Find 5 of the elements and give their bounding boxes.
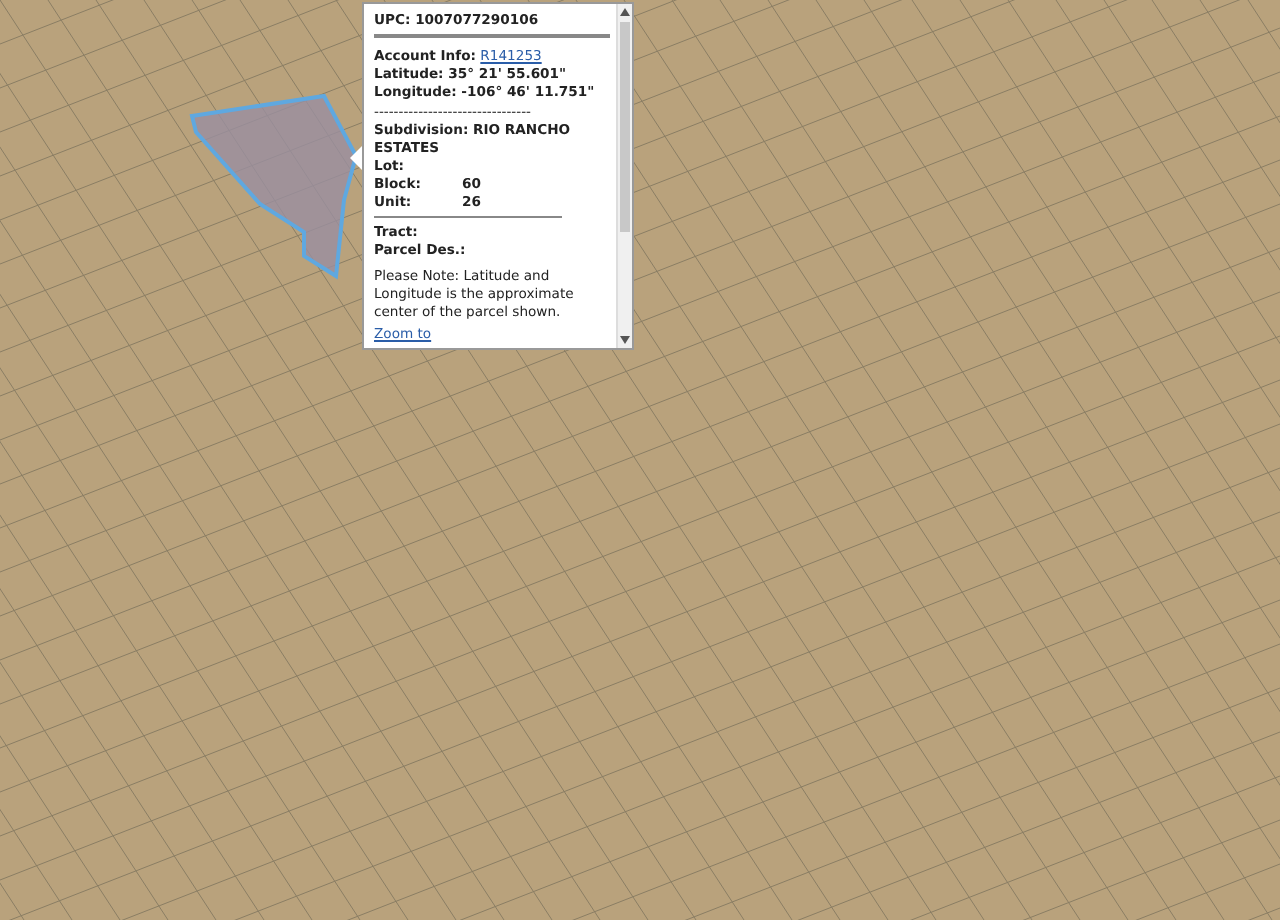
scroll-down-icon[interactable] [620, 336, 630, 344]
parcel-highlight[interactable] [189, 93, 359, 280]
scroll-up-icon[interactable] [620, 8, 630, 16]
scrollbar-thumb[interactable] [620, 22, 630, 232]
scrollbar[interactable] [616, 4, 632, 348]
